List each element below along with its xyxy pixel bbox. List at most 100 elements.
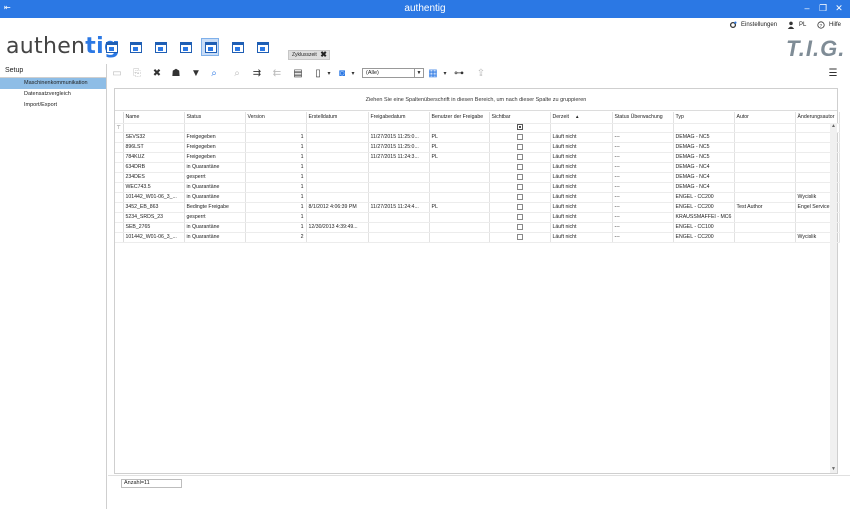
- module-setup-button[interactable]: [201, 38, 219, 56]
- module-documents-button[interactable]: [176, 38, 194, 56]
- sidebar-item-import-export[interactable]: Import/Export: [0, 100, 106, 111]
- column-header-benutzer-freigabe[interactable]: Benutzer der Freigabe: [429, 112, 490, 124]
- receive-from-machine-icon[interactable]: ⇇: [271, 68, 283, 80]
- chevron-down-icon[interactable]: ▼: [414, 69, 423, 77]
- filter-cell[interactable]: [734, 123, 796, 133]
- filter-cell[interactable]: [184, 123, 246, 133]
- visible-checkbox[interactable]: [516, 173, 523, 180]
- close-button[interactable]: ✕: [832, 2, 846, 14]
- open-tab-chip[interactable]: Zyklusszeit ✖: [288, 50, 330, 60]
- module-alarms-button[interactable]: [253, 38, 271, 56]
- sidebar-item-maschinenkommunikation[interactable]: Maschinenkommunikation: [0, 78, 106, 89]
- help-link[interactable]: ? Hilfe: [817, 20, 841, 30]
- copy-icon[interactable]: ⎘: [131, 68, 143, 80]
- restore-button[interactable]: ❐: [816, 2, 830, 14]
- settings-list-icon[interactable]: ☰: [827, 68, 839, 80]
- column-header-derzeit[interactable]: Derzeit ▲: [550, 112, 613, 124]
- group-by-area[interactable]: Ziehen Sie eine Spaltenüberschrift in di…: [115, 89, 837, 111]
- filter-cell[interactable]: [123, 123, 185, 133]
- search-icon[interactable]: ⌕: [231, 68, 243, 80]
- visible-checkbox[interactable]: [516, 203, 523, 210]
- table-row[interactable]: 3452_EB_863 Bedingte Freigabe 1 8/1/2012 4:…: [115, 202, 840, 213]
- table-row[interactable]: WEC743.5 in Quarantäne 1 Läuft nicht --- DEMA…: [115, 182, 840, 193]
- filter-cell[interactable]: [245, 123, 307, 133]
- visible-checkbox[interactable]: [516, 153, 523, 160]
- row-indicator[interactable]: [115, 222, 124, 233]
- export-icon[interactable]: ⇪: [475, 68, 487, 80]
- visible-checkbox[interactable]: [516, 223, 523, 230]
- monitor-dropdown-icon[interactable]: ▾: [347, 68, 359, 80]
- table-row[interactable]: 101442_W01-06_3_... in Quarantäne 2 Läuft n…: [115, 232, 840, 243]
- column-header-aenderungsautor[interactable]: Änderungsautor: [795, 112, 840, 124]
- table-row[interactable]: 234DES gesperrt 1 Läuft nicht --- DEMAG - NC4: [115, 172, 840, 183]
- row-indicator[interactable]: [115, 202, 124, 213]
- minimize-button[interactable]: –: [800, 2, 814, 14]
- filter-cell[interactable]: [673, 123, 735, 133]
- table-row[interactable]: SEB_2765 in Quarantäne 1 12/30/2013 4:39:49…: [115, 222, 840, 233]
- column-header-typ[interactable]: Typ: [673, 112, 735, 124]
- row-indicator[interactable]: [115, 132, 124, 143]
- filter-cell[interactable]: [612, 123, 674, 133]
- search-filter-icon[interactable]: ⌕: [208, 68, 220, 80]
- scroll-down-icon[interactable]: ▼: [830, 466, 837, 473]
- scroll-up-icon[interactable]: ▲: [830, 123, 837, 130]
- visible-checkbox[interactable]: [516, 143, 523, 150]
- sidebar-section-setup[interactable]: Setup: [0, 64, 106, 78]
- filter-cell[interactable]: [368, 123, 430, 133]
- module-charts-button[interactable]: [151, 38, 169, 56]
- table-row[interactable]: SEVS32 Freigegeben 1 11/27/2015 11:25:0... P…: [115, 132, 840, 143]
- row-indicator[interactable]: [115, 152, 124, 163]
- column-header-status[interactable]: Status: [184, 112, 246, 124]
- row-indicator[interactable]: [115, 182, 124, 193]
- table-row[interactable]: 784KUZ Freigegeben 1 11/27/2015 11:24:3... P…: [115, 152, 840, 163]
- sidebar-item-datensatzvergleich[interactable]: Datensatzvergleich: [0, 89, 106, 100]
- row-indicator[interactable]: [115, 162, 124, 173]
- settings-link[interactable]: Einstellungen: [729, 20, 777, 30]
- column-header-freigabedatum[interactable]: Freigabedatum: [368, 112, 430, 124]
- filter-cell[interactable]: [489, 123, 551, 133]
- column-header-version[interactable]: Version: [245, 112, 307, 124]
- visible-checkbox[interactable]: [516, 133, 523, 140]
- row-indicator[interactable]: [115, 192, 124, 203]
- visible-filter-checkbox[interactable]: [516, 124, 523, 131]
- filter-select[interactable]: (Alle) ▼: [362, 68, 424, 78]
- connector-icon[interactable]: ⊶: [453, 68, 465, 80]
- table-row[interactable]: 896LST Freigegeben 1 11/27/2015 11:25:0... P…: [115, 142, 840, 153]
- filter-cell[interactable]: [550, 123, 613, 133]
- row-indicator[interactable]: [115, 212, 124, 223]
- abc-filter-icon[interactable]: ☗: [170, 68, 182, 80]
- module-machines-button[interactable]: [102, 38, 120, 56]
- module-cycle-time-button[interactable]: [228, 38, 246, 56]
- filter-icon[interactable]: ▼: [190, 68, 202, 80]
- table-row[interactable]: 634DRB in Quarantäne 1 Läuft nicht --- DEMAG …: [115, 162, 840, 173]
- column-header-sichtbar[interactable]: Sichtbar: [489, 112, 551, 124]
- delete-icon[interactable]: ✖: [151, 68, 163, 80]
- row-indicator[interactable]: [115, 142, 124, 153]
- row-indicator[interactable]: [115, 172, 124, 183]
- traffic-light-dropdown-icon[interactable]: ▾: [323, 68, 335, 80]
- row-indicator[interactable]: [115, 232, 124, 243]
- table-row[interactable]: 5234_SRDS_23 gesperrt 1 Läuft nicht --- KRAUS…: [115, 212, 840, 223]
- column-header-status-ueberwachung[interactable]: Status Überwachung: [612, 112, 674, 124]
- visible-checkbox[interactable]: [516, 163, 523, 170]
- filter-cell[interactable]: [429, 123, 490, 133]
- table-row[interactable]: 101442_W01-06_3_... in Quarantäne 1 Läuft n…: [115, 192, 840, 203]
- visible-checkbox[interactable]: [516, 183, 523, 190]
- user-menu[interactable]: PL: [787, 20, 806, 30]
- visible-checkbox[interactable]: [516, 213, 523, 220]
- visible-checkbox[interactable]: [516, 233, 523, 240]
- column-header-erstelldatum[interactable]: Erstelldatum: [306, 112, 369, 124]
- visible-checkbox[interactable]: [516, 193, 523, 200]
- module-datasets-button[interactable]: [126, 38, 144, 56]
- vertical-scrollbar[interactable]: ▲ ▼: [830, 123, 837, 473]
- grid-layout-icon[interactable]: ▦: [427, 68, 439, 80]
- close-tab-icon[interactable]: ✖: [320, 51, 327, 59]
- filter-cell[interactable]: [306, 123, 369, 133]
- new-document-icon[interactable]: ▭: [111, 68, 123, 80]
- send-to-machine-icon[interactable]: ⇉: [251, 68, 263, 80]
- table-cell: Freigegeben: [184, 142, 246, 153]
- column-header-name[interactable]: Name: [123, 112, 185, 124]
- keyboard-icon[interactable]: ▤: [292, 68, 304, 80]
- column-header-autor[interactable]: Autor: [734, 112, 796, 124]
- grid-layout-dropdown-icon[interactable]: ▾: [439, 68, 451, 80]
